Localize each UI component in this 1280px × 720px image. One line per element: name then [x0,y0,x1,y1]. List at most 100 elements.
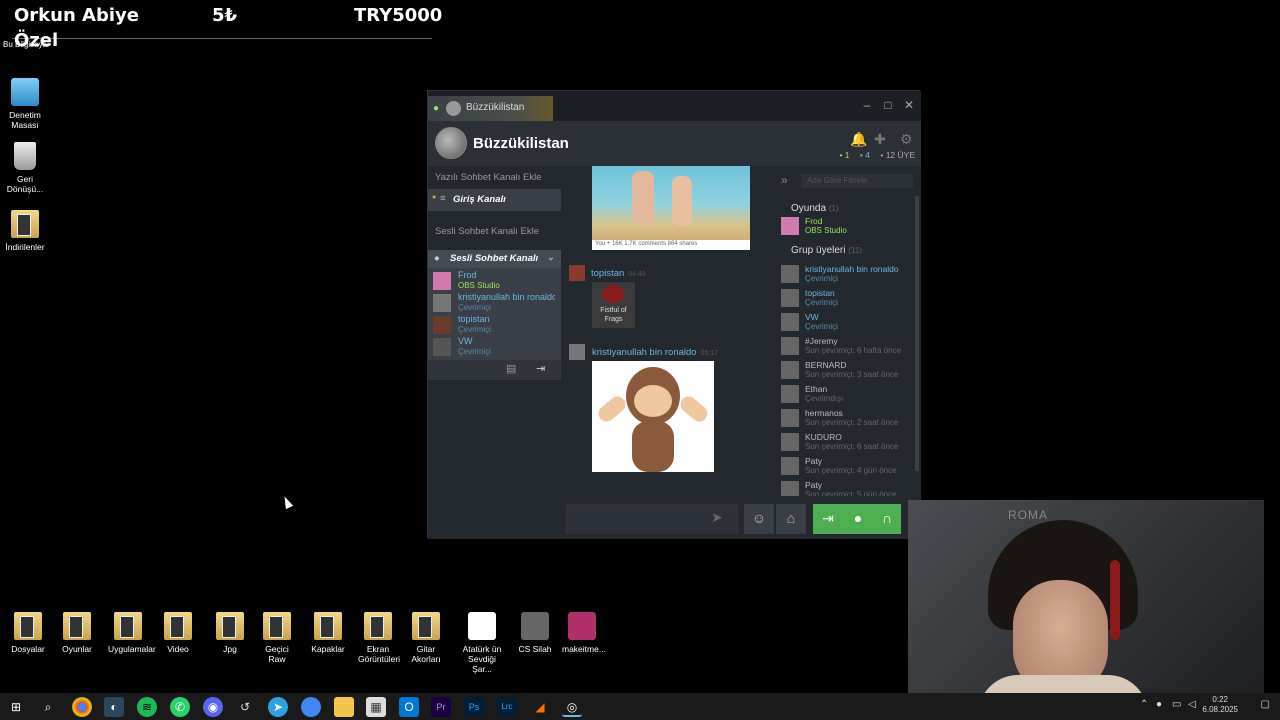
add-voice-channel[interactable]: Sesli Sohbet Kanalı Ekle [428,226,561,237]
network-icon[interactable]: ▭ [1172,699,1181,710]
desktop-folder[interactable]: makeitme... [562,612,606,654]
desktop-folder[interactable]: Jpg [210,612,250,654]
lightroom-icon[interactable]: Lrc [497,697,517,717]
store-icon[interactable]: ▦ [366,697,386,717]
voice-member[interactable]: Frod OBS Studio [433,270,558,290]
settings-icon[interactable]: ▤ [506,362,516,375]
message-sender[interactable]: topistan 04:48 [591,268,646,279]
microphone-button[interactable]: ● [843,504,873,534]
desktop-folder[interactable]: Atatürk ün Sevdiği Şar... [458,612,506,674]
windows-start-icon[interactable]: ⊞ [6,697,26,717]
avatar [781,457,799,475]
bell-icon[interactable]: 🔔 [850,131,867,148]
desktop-folder[interactable]: Dosyalar [8,612,48,654]
mic-tray-icon[interactable]: ● [1156,699,1162,710]
whatsapp-icon[interactable]: ✆ [170,697,190,717]
close-icon[interactable]: ✕ [902,98,916,112]
post-image[interactable]: You + 16K 1.7K comments 864 shares [592,166,750,250]
voice-member[interactable]: kristiyanullah bin ronaldo Çevrimiçi [433,292,558,312]
member-item[interactable]: kristiyanullah bin ronaldo Çevrimiçi [781,264,916,286]
message-input-bar: ➤ ☺ ⌂ ⇥ ● ∩ [561,496,921,539]
avatar [781,313,799,331]
send-icon[interactable]: ➤ [711,509,723,526]
desktop-folder[interactable]: Video [158,612,198,654]
voice-member[interactable]: VW Çevrimiçi [433,336,558,356]
member-item[interactable]: Ethan Çevrimdışı [781,384,916,406]
desktop-folder[interactable]: Uygulamalar [108,612,156,654]
steam-icon[interactable]: ◐ [104,697,124,717]
shortcut-label: İndirilenler [5,242,45,252]
add-text-channel[interactable]: Yazılı Sohbet Kanalı Ekle [428,172,561,183]
member-item[interactable]: Paty Son çevrimiçi: 4 gün önce [781,456,916,478]
app-icon[interactable]: ◢ [530,697,550,717]
file-explorer-icon[interactable] [334,697,354,717]
photoshop-icon[interactable]: Ps [464,697,484,717]
group-avatar[interactable] [435,127,467,159]
sender-avatar[interactable] [569,344,585,360]
app-icon[interactable]: ↺ [235,697,255,717]
member-item[interactable]: VW Çevrimiçi [781,312,916,334]
voice-channel-header[interactable]: ● Sesli Sohbet Kanalı ⌄ [428,250,561,268]
notification-icon[interactable]: ▢ [1261,699,1270,710]
minimize-icon[interactable]: – [860,98,874,112]
member-item[interactable]: BERNARD Son çevrimiçi: 3 saat önce [781,360,916,382]
search-icon[interactable]: ⌕ [38,697,58,717]
member-status: Çevrimdışı [805,394,844,403]
add-friend-icon[interactable]: ✚ [874,131,886,148]
monkey-hand [595,393,629,425]
scrollbar[interactable] [915,196,919,471]
attach-button[interactable]: ⌂ [776,504,806,534]
outlook-icon[interactable]: O [399,697,419,717]
member-status: Çevrimiçi [805,298,838,307]
webcam-feed: ROMA [908,500,1264,700]
premiere-icon[interactable]: Pr [431,697,451,717]
monkey-face [634,385,672,417]
downloads-shortcut[interactable]: İndirilenler [0,210,50,252]
text-channel-giris[interactable]: ● ≡ Giriş Kanalı [428,189,561,211]
member-filter-input[interactable]: Ada Göre Filtrele [801,174,913,188]
desktop-folder[interactable]: Ekran Görüntüleri [358,612,401,664]
desktop-folder[interactable]: Geçici Raw [257,612,297,664]
chevron-down-icon[interactable]: ⌄ [547,252,555,263]
chevron-up-icon[interactable]: ⌃ [1140,699,1148,710]
avatar [781,361,799,379]
folder-icon [14,612,42,640]
recycle-bin-shortcut[interactable]: Geri Dönüşü... [0,142,50,194]
emoji-button[interactable]: ☺ [744,504,774,534]
folder-label: Ekran Görüntüleri [358,644,401,664]
collapse-panel-icon[interactable]: » [781,173,788,187]
spotify-icon[interactable]: ≋ [137,697,157,717]
desktop-folder[interactable]: Gitar Akorları [406,612,446,664]
monkey-image[interactable] [592,361,714,472]
donation-amount: 5₺ [212,5,238,26]
sender-avatar[interactable] [569,265,585,281]
clock[interactable]: 0:22 6.08.2025 [1202,695,1238,715]
desktop-folder[interactable]: Oyunlar [57,612,97,654]
maximize-icon[interactable]: □ [881,98,895,112]
leave-icon[interactable]: ⇥ [536,362,545,375]
desktop-folder[interactable]: CS Silah [515,612,555,654]
monkey-hand [677,393,711,425]
gear-icon[interactable]: ⚙ [900,131,913,148]
voice-member[interactable]: topistan Çevrimiçi [433,314,558,334]
leave-voice-button[interactable]: ⇥ [813,504,843,534]
member-item[interactable]: #Jeremy Son çevrimiçi: 6 hafta önce [781,336,916,358]
volume-icon[interactable]: ◁ [1188,699,1196,710]
member-item[interactable]: topistan Çevrimiçi [781,288,916,310]
member-item[interactable]: hermanos Son çevrimiçi: 2 saat önce [781,408,916,430]
browser-icon[interactable] [301,697,321,717]
discord-icon[interactable]: ◉ [203,697,223,717]
telegram-icon[interactable]: ➤ [268,697,288,717]
headset-button[interactable]: ∩ [873,504,901,534]
game-card[interactable]: Fistful of Frags [592,282,635,328]
message-sender[interactable]: kristiyanullah bin ronaldo 05:17 [592,347,718,358]
control-panel-shortcut[interactable]: Denetim Masası [0,78,50,130]
member-status: Son çevrimiçi: 6 saat önce [805,442,899,451]
member-item[interactable]: Frod OBS Studio [781,216,916,238]
voice-member-name: VW [458,336,473,346]
desktop-folder[interactable]: Kapaklar [308,612,348,654]
chat-tab[interactable]: ● Büzzükilistan [428,96,553,121]
chrome-icon[interactable] [72,697,92,717]
member-item[interactable]: KUDURO Son çevrimiçi: 6 saat önce [781,432,916,454]
obs-icon[interactable]: ◎ [562,697,582,717]
